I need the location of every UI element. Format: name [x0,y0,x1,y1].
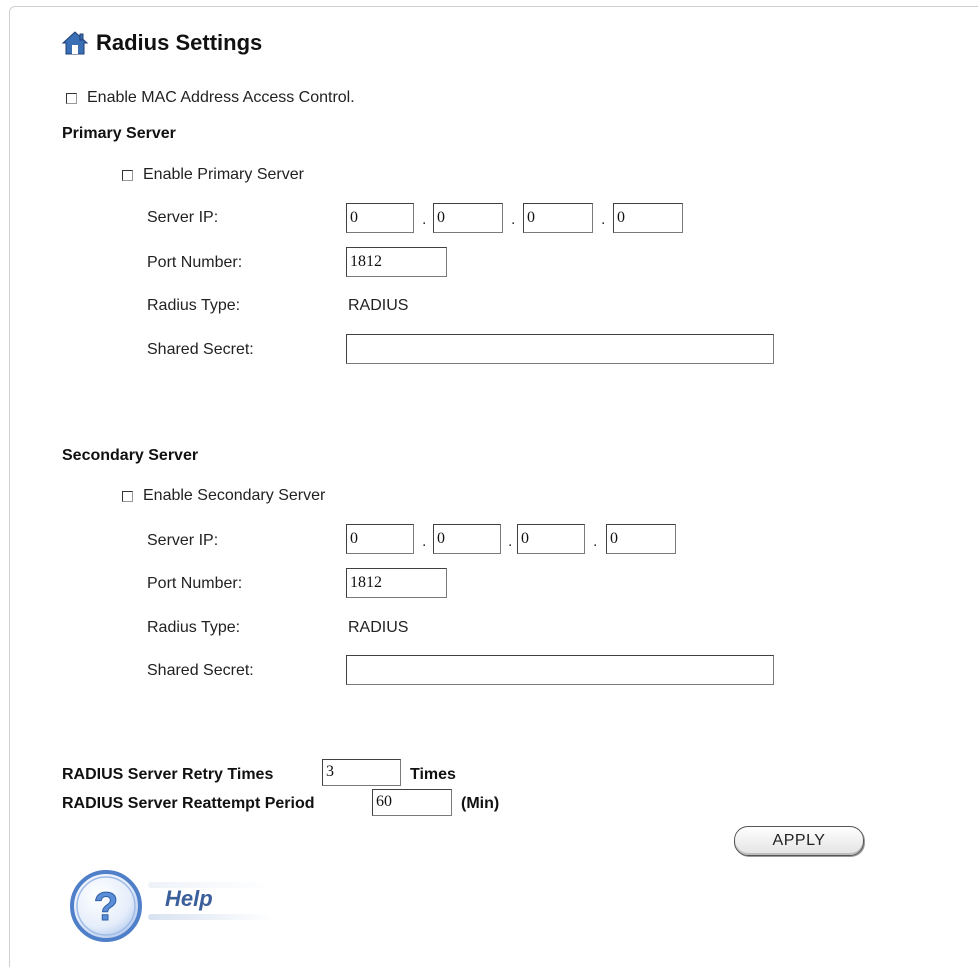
secondary-ip-separator-2: . [508,533,513,550]
primary-ip-separator-1: . [422,211,427,228]
reattempt-period-label: RADIUS Server Reattempt Period [62,795,315,812]
retry-times-label: RADIUS Server Retry Times [62,766,274,783]
secondary-ip-octet-2[interactable]: 0 [433,524,501,554]
svg-text:?: ? [94,885,118,929]
mac-access-control-checkbox[interactable] [66,92,77,104]
primary-shared-secret-label: Shared Secret: [147,341,254,358]
secondary-shared-secret-input[interactable] [346,655,774,685]
primary-ip-octet-3[interactable]: 0 [523,203,593,233]
primary-enable-label: Enable Primary Server [143,166,304,183]
secondary-enable-row: Enable Secondary Server [122,487,325,505]
secondary-radius-type-value: RADIUS [348,619,409,636]
primary-enable-checkbox[interactable] [122,169,133,181]
reattempt-period-input[interactable]: 60 [372,789,452,816]
retry-times-input[interactable]: 3 [322,759,401,786]
primary-ip-octet-4[interactable]: 0 [613,203,683,233]
mac-access-control-row: Enable MAC Address Access Control. [66,89,355,107]
secondary-ip-octet-1[interactable]: 0 [346,524,414,554]
primary-server-ip-label: Server IP: [147,209,219,226]
primary-ip-separator-2: . [511,211,516,228]
primary-enable-row: Enable Primary Server [122,166,304,184]
page-title: Radius Settings [62,30,262,56]
retry-times-unit: Times [410,766,456,783]
secondary-shared-secret-label: Shared Secret: [147,662,254,679]
primary-server-heading: Primary Server [62,125,176,142]
secondary-ip-octet-3[interactable]: 0 [517,524,585,554]
secondary-server-heading: Secondary Server [62,447,199,464]
mac-access-control-label: Enable MAC Address Access Control. [87,89,355,106]
secondary-radius-type-label: Radius Type: [147,619,241,636]
secondary-port-label: Port Number: [147,575,243,592]
secondary-ip-separator-1: . [422,533,427,550]
primary-port-label: Port Number: [147,254,243,271]
primary-ip-separator-3: . [601,211,606,228]
primary-port-input[interactable]: 1812 [346,247,447,277]
apply-button[interactable]: APPLY [734,826,864,856]
reattempt-period-unit: (Min) [461,795,500,812]
secondary-server-ip-label: Server IP: [147,532,219,549]
secondary-enable-checkbox[interactable] [122,490,133,502]
primary-radius-type-value: RADIUS [348,297,409,314]
secondary-port-input[interactable]: 1812 [346,568,447,598]
primary-ip-octet-2[interactable]: 0 [433,203,503,233]
help-icon[interactable]: ? [68,868,144,944]
help-decoration-bottom [148,914,273,920]
page-title-text: Radius Settings [96,30,263,55]
secondary-ip-octet-4[interactable]: 0 [606,524,676,554]
primary-ip-octet-1[interactable]: 0 [346,203,414,233]
home-icon [62,31,88,55]
primary-shared-secret-input[interactable] [346,334,774,364]
secondary-enable-label: Enable Secondary Server [143,487,326,504]
secondary-ip-separator-3: . [593,533,598,550]
help-link[interactable]: Help [165,886,213,912]
primary-radius-type-label: Radius Type: [147,297,241,314]
